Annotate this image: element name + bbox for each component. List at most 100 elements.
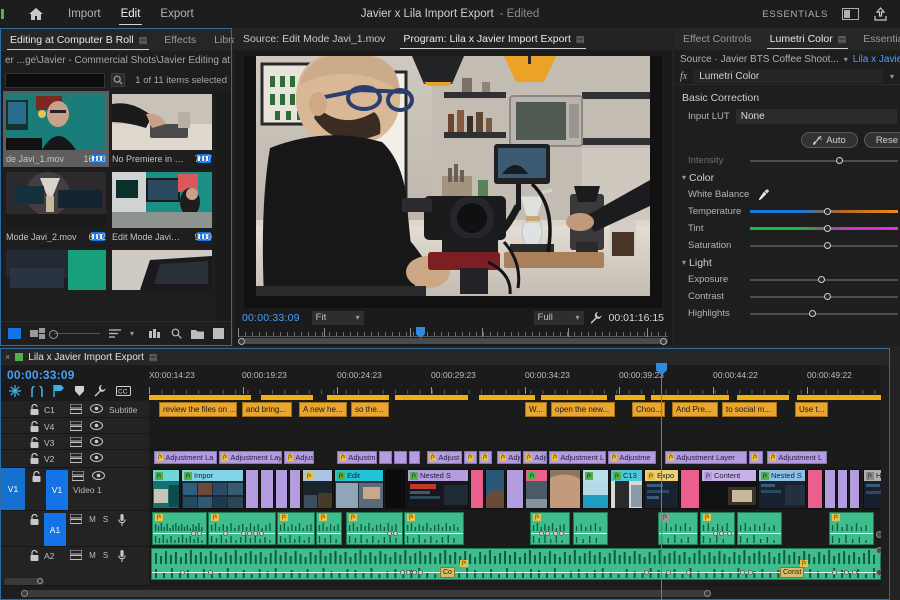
close-icon[interactable]: × [5, 352, 10, 362]
video-clip[interactable]: fxContent [701, 469, 757, 509]
panel-menu-icon[interactable]: ▤ [149, 352, 158, 363]
sync-icon[interactable] [66, 436, 86, 447]
effect-name[interactable]: Lumetri Color [694, 69, 883, 83]
video-clip[interactable] [837, 469, 848, 509]
new-bin-icon[interactable] [191, 329, 204, 339]
video-clip[interactable]: fx [525, 469, 548, 509]
eyedropper-icon[interactable] [758, 189, 769, 201]
find-icon[interactable] [111, 73, 125, 87]
freeform-icon[interactable] [149, 329, 162, 339]
workspace-label[interactable]: ESSENTIALS [762, 9, 828, 20]
solo-button[interactable]: S [99, 513, 112, 524]
track-id-label[interactable]: V1 [46, 470, 68, 510]
tint-slider[interactable] [750, 227, 898, 230]
adjustment-layer-clip[interactable] [409, 451, 420, 464]
lock-icon[interactable] [25, 549, 44, 561]
eye-icon[interactable] [88, 470, 108, 481]
scroll-handle-left[interactable] [21, 590, 28, 597]
video-clip[interactable] [680, 469, 700, 509]
share-icon[interactable] [873, 7, 888, 22]
video-clip[interactable] [275, 469, 288, 509]
adjustment-layer-clip[interactable]: fx [464, 451, 477, 464]
home-icon[interactable] [26, 7, 46, 21]
track-header-a1[interactable]: A1 M S [1, 511, 149, 547]
slider-thumb[interactable] [818, 276, 825, 283]
adjustment-layer-clip[interactable]: fx [749, 451, 763, 464]
video-clip[interactable] [385, 469, 406, 509]
video-clip[interactable] [824, 469, 836, 509]
audio-clip[interactable]: fx [277, 512, 315, 545]
adjustment-layer-clip[interactable] [394, 451, 407, 464]
fit-dropdown[interactable]: Fit ▾ [312, 311, 364, 325]
music-audio-clip[interactable]: Co Const fx fx [151, 548, 881, 580]
adjustment-layer-clip[interactable] [379, 451, 392, 464]
menu-item-import[interactable]: Import [58, 0, 111, 28]
mic-icon[interactable] [112, 513, 132, 526]
monitor-scrubber[interactable] [238, 328, 668, 345]
timeline-horizontal-scrollbar[interactable] [21, 590, 711, 597]
timeline-vertical-zoom[interactable] [4, 578, 44, 585]
audio-clip[interactable] [737, 512, 782, 545]
adjustment-layer-clip[interactable]: fx [479, 451, 492, 464]
adjustment-layer-clip[interactable]: fxAdjustm [337, 451, 377, 464]
slider-thumb[interactable] [824, 293, 831, 300]
scrub-handle-left[interactable] [238, 338, 245, 345]
search-input[interactable] [5, 73, 105, 88]
project-item[interactable]: Mode Javi_2.mov 6:02 [3, 169, 109, 245]
track-id-label[interactable]: A1 [44, 513, 66, 546]
lock-icon[interactable] [27, 470, 46, 482]
sync-icon[interactable] [66, 420, 86, 431]
saturation-slider[interactable] [750, 245, 898, 247]
search-icon[interactable] [171, 328, 182, 339]
audio-clip[interactable]: fx [404, 512, 464, 545]
intensity-slider[interactable] [750, 160, 898, 162]
adjustment-layer-clip[interactable]: fxAdjustment Layer [665, 451, 747, 464]
track-body-v4[interactable] [149, 418, 889, 434]
eye-icon[interactable] [86, 452, 106, 462]
section-light[interactable]: ▾ Light [674, 254, 900, 271]
video-clip[interactable]: fxC13 [610, 469, 643, 509]
video-clip[interactable]: fxEdit [334, 469, 384, 509]
video-clip[interactable] [849, 469, 860, 509]
linked-selection-icon[interactable] [31, 386, 43, 397]
lock-icon[interactable] [25, 403, 44, 415]
icon-view-icon[interactable] [30, 328, 45, 339]
track-target-v1[interactable]: V1 [1, 468, 25, 510]
tab-project-bin[interactable]: Editing at Computer B Roll ▤ [1, 29, 155, 51]
subtitle-clip[interactable]: review the files on ... [159, 402, 237, 417]
menu-item-edit[interactable]: Edit [111, 0, 151, 28]
snap-icon[interactable] [9, 385, 21, 397]
sync-icon[interactable] [68, 470, 88, 481]
video-clip[interactable] [289, 469, 301, 509]
wrench-icon[interactable] [94, 385, 106, 397]
tab-effect-controls[interactable]: Effect Controls [674, 28, 761, 50]
scrub-bar[interactable] [238, 338, 668, 344]
adjustment-layer-clip[interactable]: fxAdjustment Lay [219, 451, 282, 464]
audio-clip[interactable]: fx [346, 512, 403, 545]
track-header-c1[interactable]: C1 Subtitle [1, 401, 149, 418]
track-body-v3[interactable] [149, 434, 889, 450]
timeline-playhead-timecode[interactable]: 00:00:33:09 [1, 365, 149, 382]
project-item[interactable] [109, 247, 215, 321]
project-item[interactable]: Edit Mode Javi_0.mov 9:09 [109, 169, 215, 245]
track-body-v1[interactable]: fx fxImpor fx f [149, 468, 889, 511]
scroll-handle-right[interactable] [704, 590, 711, 597]
video-clip[interactable] [470, 469, 484, 509]
lock-icon[interactable] [25, 513, 44, 525]
marker-icon[interactable] [75, 386, 84, 396]
source-clip-name[interactable]: Source · Javier BTS Coffee Shoot... [680, 54, 839, 65]
tab-lumetri-color[interactable]: Lumetri Color ▤ [761, 28, 855, 50]
project-item[interactable]: de Javi_1.mov 16:03 [3, 91, 109, 167]
mute-button[interactable]: M [86, 513, 99, 524]
video-clip[interactable] [807, 469, 823, 509]
video-clip[interactable]: fxNested S [407, 469, 469, 509]
input-lut-dropdown[interactable]: None [736, 109, 897, 124]
track-header-v2[interactable]: V2 [1, 450, 149, 468]
zoom-slider[interactable] [54, 333, 100, 334]
sync-icon[interactable] [66, 513, 86, 524]
sort-icon[interactable] [109, 329, 121, 338]
track-body-a1[interactable]: fx fx fx [149, 511, 889, 547]
project-item[interactable]: No Premiere in Shot Editi... 7:07 [109, 91, 215, 167]
solo-button[interactable]: S [99, 549, 112, 560]
mic-icon[interactable] [112, 549, 132, 562]
